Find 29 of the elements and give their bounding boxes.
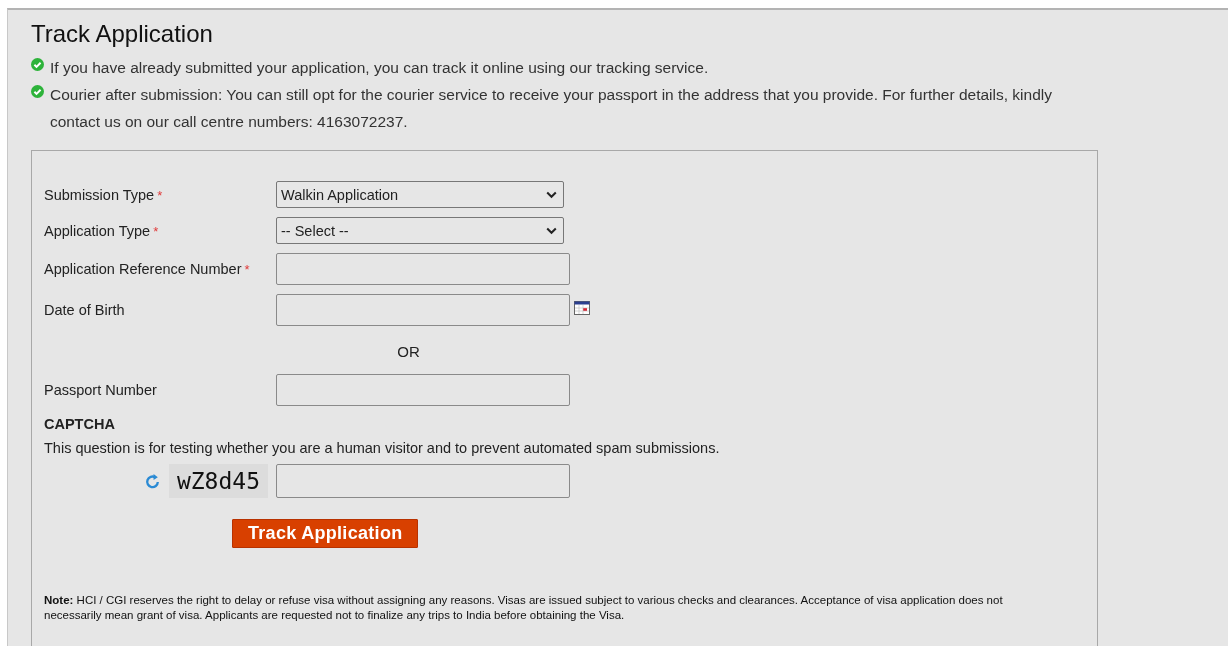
track-application-button[interactable]: Track Application	[232, 519, 419, 548]
field-label: Application Type	[44, 222, 151, 239]
required-marker: *	[244, 262, 250, 277]
caret-icon	[546, 190, 557, 199]
calendar-icon[interactable]	[574, 301, 590, 315]
caret-icon	[546, 226, 557, 235]
field-label: Date of Birth	[44, 302, 125, 318]
input-field[interactable]	[276, 253, 570, 285]
required-marker: *	[153, 223, 159, 239]
captcha-description: This question is for testing whether you are a human visitor and to prevent automated spam submissions.	[44, 440, 721, 456]
notice-text: If you have already submitted your application, you can track it online using our tracking service.	[50, 58, 709, 78]
refresh-icon[interactable]	[143, 472, 161, 490]
or-separator: OR	[397, 343, 420, 360]
dropdown-field[interactable]: -- Select --	[276, 217, 564, 244]
captcha-heading: CAPTCHA	[44, 416, 116, 432]
input-field[interactable]	[276, 374, 570, 406]
date-field[interactable]	[276, 294, 570, 326]
page-title: Track Application	[31, 20, 214, 48]
dropdown-field[interactable]: Walkin Application	[276, 181, 564, 208]
captcha-input[interactable]	[276, 464, 570, 498]
notice-text: Courier after submission: You can still opt for the courier service to receive your passport in the address that you provide. For further details, kindly contact us on our call centre numbers: 4163072237.	[50, 85, 1053, 132]
required-marker: *	[157, 187, 163, 203]
field-label: Submission Type	[44, 186, 155, 203]
captcha-code: wZ8d45	[168, 464, 268, 498]
check-circle-icon	[31, 58, 44, 71]
check-circle-icon	[31, 85, 44, 98]
note-text: Note: HCI / CGI reserves the right to delay or refuse visa without assigning any reasons. Visas are issued subject to various checks and clearances. Acceptance of visa application does not necessarily mean grant of visa. Applicants are requested not to finalize any trips to India before obtaining the Visa.	[44, 593, 1004, 623]
field-label: Passport Number	[44, 382, 157, 398]
field-label: Application Reference Number	[44, 261, 242, 277]
